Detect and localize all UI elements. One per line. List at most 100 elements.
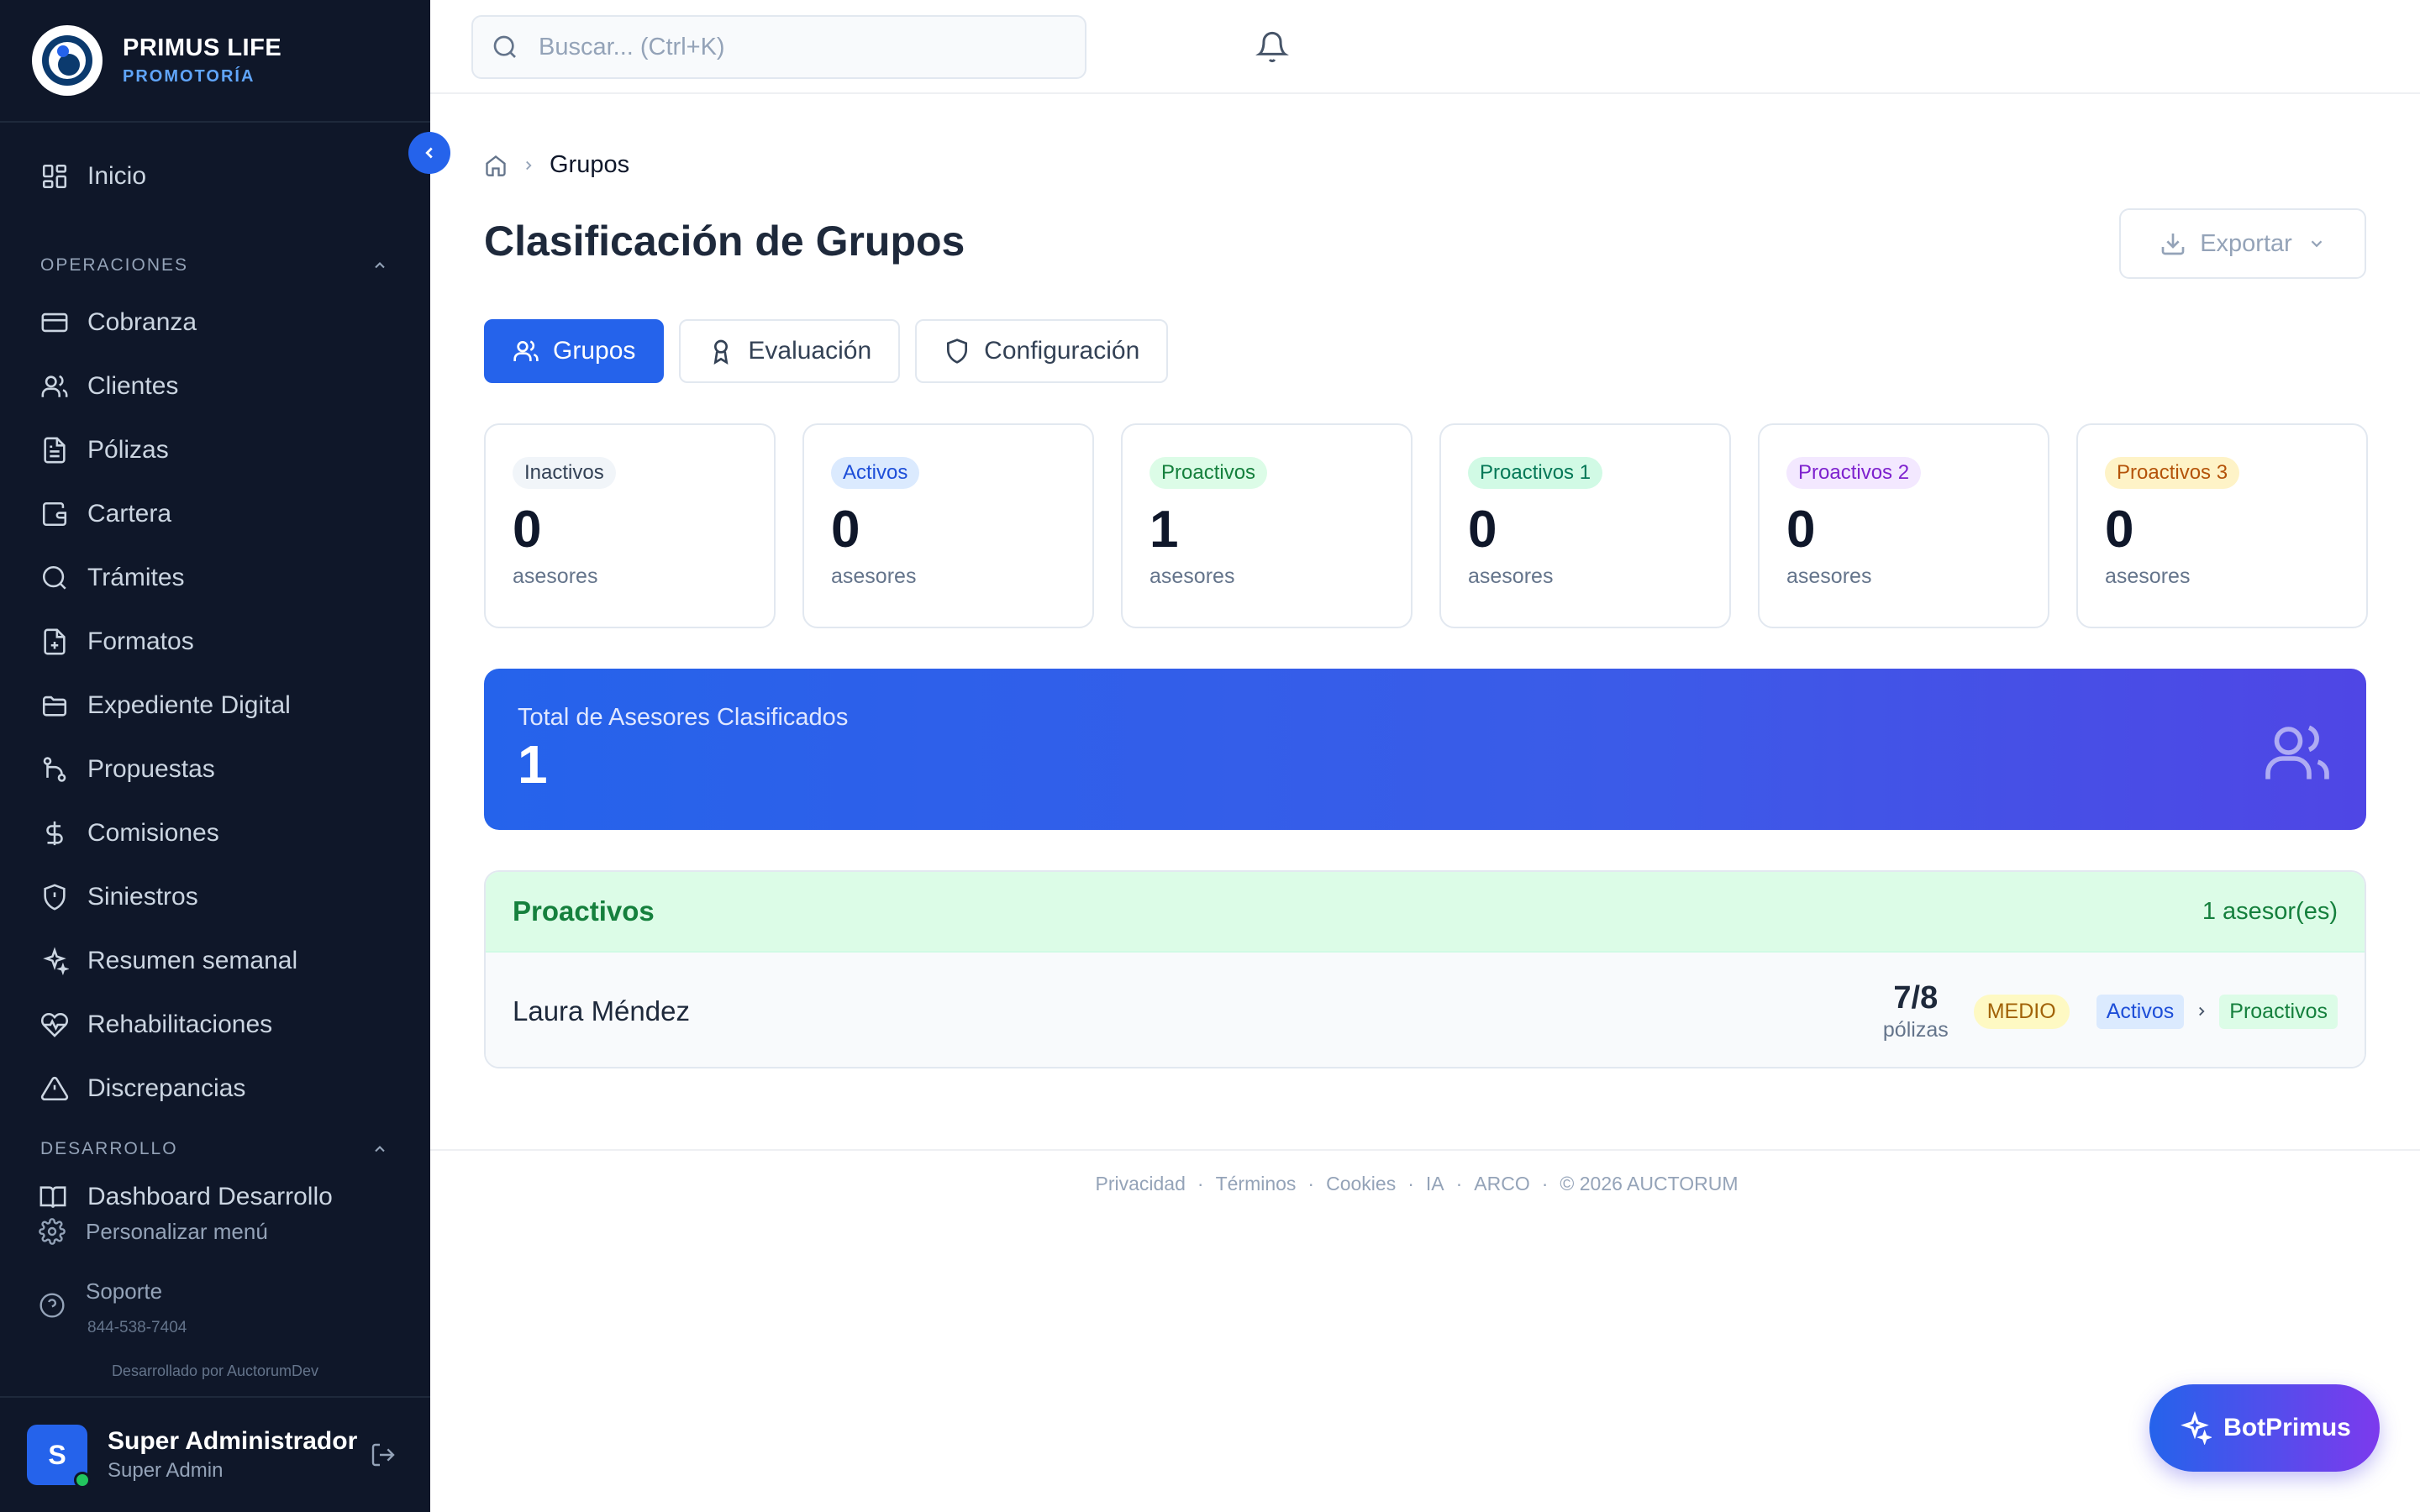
- page-title: Clasificación de Grupos: [484, 218, 965, 265]
- sidebar-item-cobranza[interactable]: Cobranza: [39, 299, 197, 346]
- sidebar-item-dashboard-desarrollo[interactable]: Dashboard Desarrollo: [39, 1186, 392, 1208]
- stat-badge: Inactivos: [513, 457, 616, 489]
- section-desarrollo[interactable]: DESARROLLO: [40, 1139, 388, 1159]
- previous-group-tag: Activos: [2096, 994, 2185, 1029]
- sidebar-item-polizas[interactable]: Pólizas: [39, 427, 169, 474]
- sidebar-item-label: Comisiones: [87, 819, 219, 847]
- notifications-button[interactable]: [1255, 29, 1289, 66]
- topbar: [430, 0, 2420, 94]
- stat-unit: asesores: [2105, 564, 2191, 588]
- award-icon: [713, 339, 729, 365]
- stat-card-proactivos[interactable]: Proactivos 1 asesores: [1121, 423, 1413, 628]
- tab-grupos[interactable]: Grupos: [484, 319, 665, 383]
- customize-menu-label: Personalizar menú: [86, 1218, 268, 1244]
- sidebar-item-inicio[interactable]: Inicio: [39, 153, 146, 200]
- stat-card-proactivos-3[interactable]: Proactivos 3 0 asesores: [2076, 423, 2368, 628]
- stat-badge: Proactivos 3: [2105, 457, 2240, 489]
- sidebar-item-discrepancias[interactable]: Discrepancias: [39, 1065, 245, 1112]
- support-link[interactable]: Soporte: [39, 1278, 162, 1319]
- sidebar-item-label: Rehabilitaciones: [87, 1011, 273, 1038]
- polizas-count: 7/8 pólizas: [1883, 980, 1949, 1042]
- stat-unit: asesores: [831, 564, 917, 588]
- sidebar-item-label: Propuestas: [87, 755, 215, 783]
- brand-logo-icon: [32, 25, 103, 96]
- chevron-down-icon: [2311, 240, 2323, 248]
- sidebar-item-label: Formatos: [87, 627, 194, 655]
- book-icon: [39, 1186, 66, 1208]
- footer-link-terminos[interactable]: Términos: [1216, 1173, 1297, 1195]
- sidebar-item-comisiones[interactable]: Comisiones: [39, 810, 219, 857]
- search-icon: [39, 562, 71, 594]
- tab-configuracion[interactable]: Configuración: [915, 319, 1169, 383]
- stat-unit: asesores: [513, 564, 598, 588]
- support-phone: 844-538-7404: [87, 1319, 187, 1336]
- list-item[interactable]: Laura Méndez 7/8 pólizas MEDIO Activos P…: [486, 953, 2365, 1067]
- tab-evaluacion[interactable]: Evaluación: [679, 319, 901, 383]
- group-header[interactable]: Proactivos 1 asesor(es): [486, 872, 2365, 953]
- sparkle-icon: [2181, 1411, 2212, 1445]
- chevron-right-icon: [521, 158, 536, 173]
- export-label: Exportar: [2200, 229, 2292, 257]
- stat-badge: Proactivos 1: [1468, 457, 1603, 489]
- tab-label: Configuración: [984, 337, 1140, 365]
- botprimus-button[interactable]: BotPrimus: [2149, 1384, 2380, 1472]
- current-group-tag: Proactivos: [2219, 994, 2338, 1029]
- customize-menu-button[interactable]: Personalizar menú: [39, 1218, 268, 1245]
- stat-count: 0: [1468, 501, 1497, 559]
- sidebar-item-clientes[interactable]: Clientes: [39, 363, 178, 410]
- gear-icon: [39, 1218, 66, 1245]
- stat-count: 0: [2105, 501, 2134, 559]
- stat-count: 0: [1786, 501, 1816, 559]
- help-circle-icon: [39, 1293, 65, 1318]
- sidebar-item-resumen-semanal[interactable]: Resumen semanal: [39, 937, 297, 984]
- warning-icon: [39, 1073, 71, 1105]
- stat-card-inactivos[interactable]: Inactivos 0 asesores: [484, 423, 776, 628]
- footer-link-arco[interactable]: ARCO: [1474, 1173, 1529, 1195]
- chevron-up-icon: [375, 1146, 385, 1152]
- stat-badge: Proactivos: [1150, 457, 1268, 489]
- brand-name: PRIMUS LIFE: [123, 34, 282, 61]
- online-status-dot: [74, 1472, 91, 1488]
- sidebar-item-label: Expediente Digital: [87, 691, 291, 719]
- stat-badge: Proactivos 2: [1786, 457, 1922, 489]
- total-banner: Total de Asesores Clasificados 1: [484, 669, 2366, 830]
- shield-icon: [39, 881, 71, 913]
- credit-card-icon: [39, 307, 71, 339]
- search-box[interactable]: [471, 15, 1086, 79]
- collapse-sidebar-button[interactable]: [408, 132, 450, 174]
- footer-link-ia[interactable]: IA: [1426, 1173, 1444, 1195]
- sidebar-item-formatos[interactable]: Formatos: [39, 618, 194, 665]
- footer-separator: ·: [1407, 1172, 1414, 1194]
- brand-header[interactable]: PRIMUS LIFE PROMOTORÍA: [0, 0, 430, 123]
- sidebar-item-expediente-digital[interactable]: Expediente Digital: [39, 682, 291, 729]
- polizas-value: 7/8: [1893, 980, 1939, 1016]
- wallet-icon: [39, 498, 71, 530]
- sidebar-item-rehabilitaciones[interactable]: Rehabilitaciones: [39, 1001, 272, 1048]
- stat-badge: Activos: [831, 457, 920, 489]
- logout-icon[interactable]: [370, 1441, 397, 1468]
- section-operaciones[interactable]: OPERACIONES: [40, 255, 388, 276]
- sidebar-item-propuestas[interactable]: Propuestas: [39, 746, 215, 793]
- user-profile[interactable]: S Super Administrador Super Admin: [0, 1396, 430, 1512]
- search-input[interactable]: [539, 33, 1060, 61]
- sidebar-item-cartera[interactable]: Cartera: [39, 491, 171, 538]
- stat-card-proactivos-1[interactable]: Proactivos 1 0 asesores: [1439, 423, 1731, 628]
- footer-link-privacidad[interactable]: Privacidad: [1096, 1173, 1186, 1195]
- users-icon: [39, 370, 71, 402]
- stats-cards: Inactivos 0 asesores Activos 0 asesores …: [484, 423, 2368, 628]
- footer-copyright: © 2026 AUCTORUM: [1560, 1172, 1739, 1194]
- section-title: DESARROLLO: [40, 1139, 178, 1158]
- footer-separator: ·: [1455, 1172, 1463, 1194]
- sidebar-item-siniestros[interactable]: Siniestros: [39, 874, 198, 921]
- user-role: Super Admin: [108, 1459, 224, 1482]
- export-button[interactable]: Exportar: [2119, 208, 2366, 279]
- stat-card-proactivos-2[interactable]: Proactivos 2 0 asesores: [1758, 423, 2049, 628]
- footer: Privacidad · Términos · Cookies · IA · A…: [430, 1149, 2420, 1216]
- footer-link-cookies[interactable]: Cookies: [1326, 1173, 1396, 1195]
- document-icon: [39, 434, 71, 466]
- sidebar-item-tramites[interactable]: Trámites: [39, 554, 185, 601]
- stat-card-activos[interactable]: Activos 0 asesores: [802, 423, 1094, 628]
- chevron-up-icon: [375, 262, 385, 269]
- home-icon[interactable]: [484, 154, 508, 177]
- sidebar-item-label: Dashboard Desarrollo: [87, 1186, 333, 1208]
